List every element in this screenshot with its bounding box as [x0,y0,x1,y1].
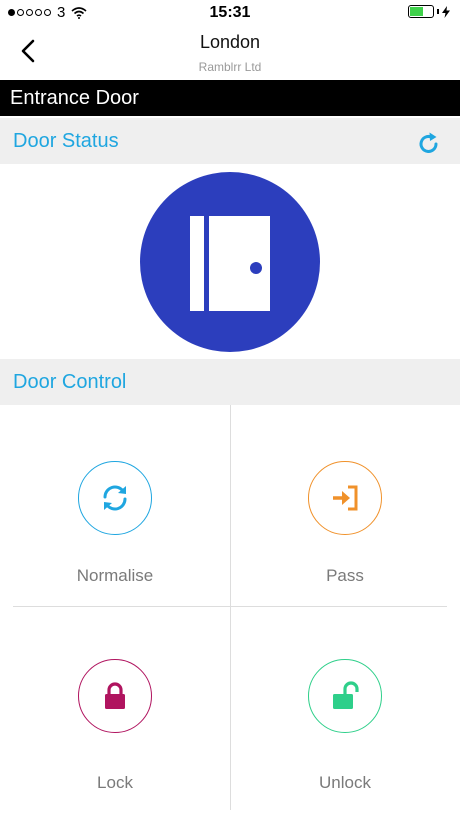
lock-button[interactable]: Lock [0,607,230,807]
status-right [408,5,450,18]
status-time: 15:31 [209,4,251,21]
refresh-button[interactable] [416,128,442,154]
page-title: London [199,32,261,52]
door-status-indicator [140,172,320,352]
refresh-icon [419,132,438,153]
status-bar: 3 15:31 [0,0,460,26]
battery-icon [408,5,434,18]
sync-icon [103,485,127,511]
navigation-bar: London Ramblrr Ltd [0,26,460,78]
normalise-button[interactable]: Normalise [0,405,230,605]
door-closed-icon [190,216,270,311]
door-name-header: Entrance Door [0,80,460,116]
unlock-button[interactable]: Unlock [230,607,460,807]
door-control-section: Door Control [0,359,460,405]
sign-in-icon [333,485,358,511]
lock-icon [105,682,125,709]
door-status-title: Door Status [13,130,119,152]
normalise-icon-ring [78,461,152,535]
door-control-grid: Normalise Pass Lock Unlock [0,405,460,810]
door-status-section: Door Status [0,118,460,164]
pass-label: Pass [326,566,364,585]
lock-label: Lock [97,773,133,792]
unlock-icon-ring [308,659,382,733]
page-subtitle: Ramblrr Ltd [198,60,262,74]
pass-button[interactable]: Pass [230,405,460,605]
door-control-title: Door Control [13,371,127,393]
unlock-label: Unlock [319,773,371,792]
lock-icon-ring [78,659,152,733]
unlock-icon [333,681,359,709]
normalise-label: Normalise [76,566,154,585]
charging-bolt-icon [442,5,450,18]
pass-icon-ring [308,461,382,535]
